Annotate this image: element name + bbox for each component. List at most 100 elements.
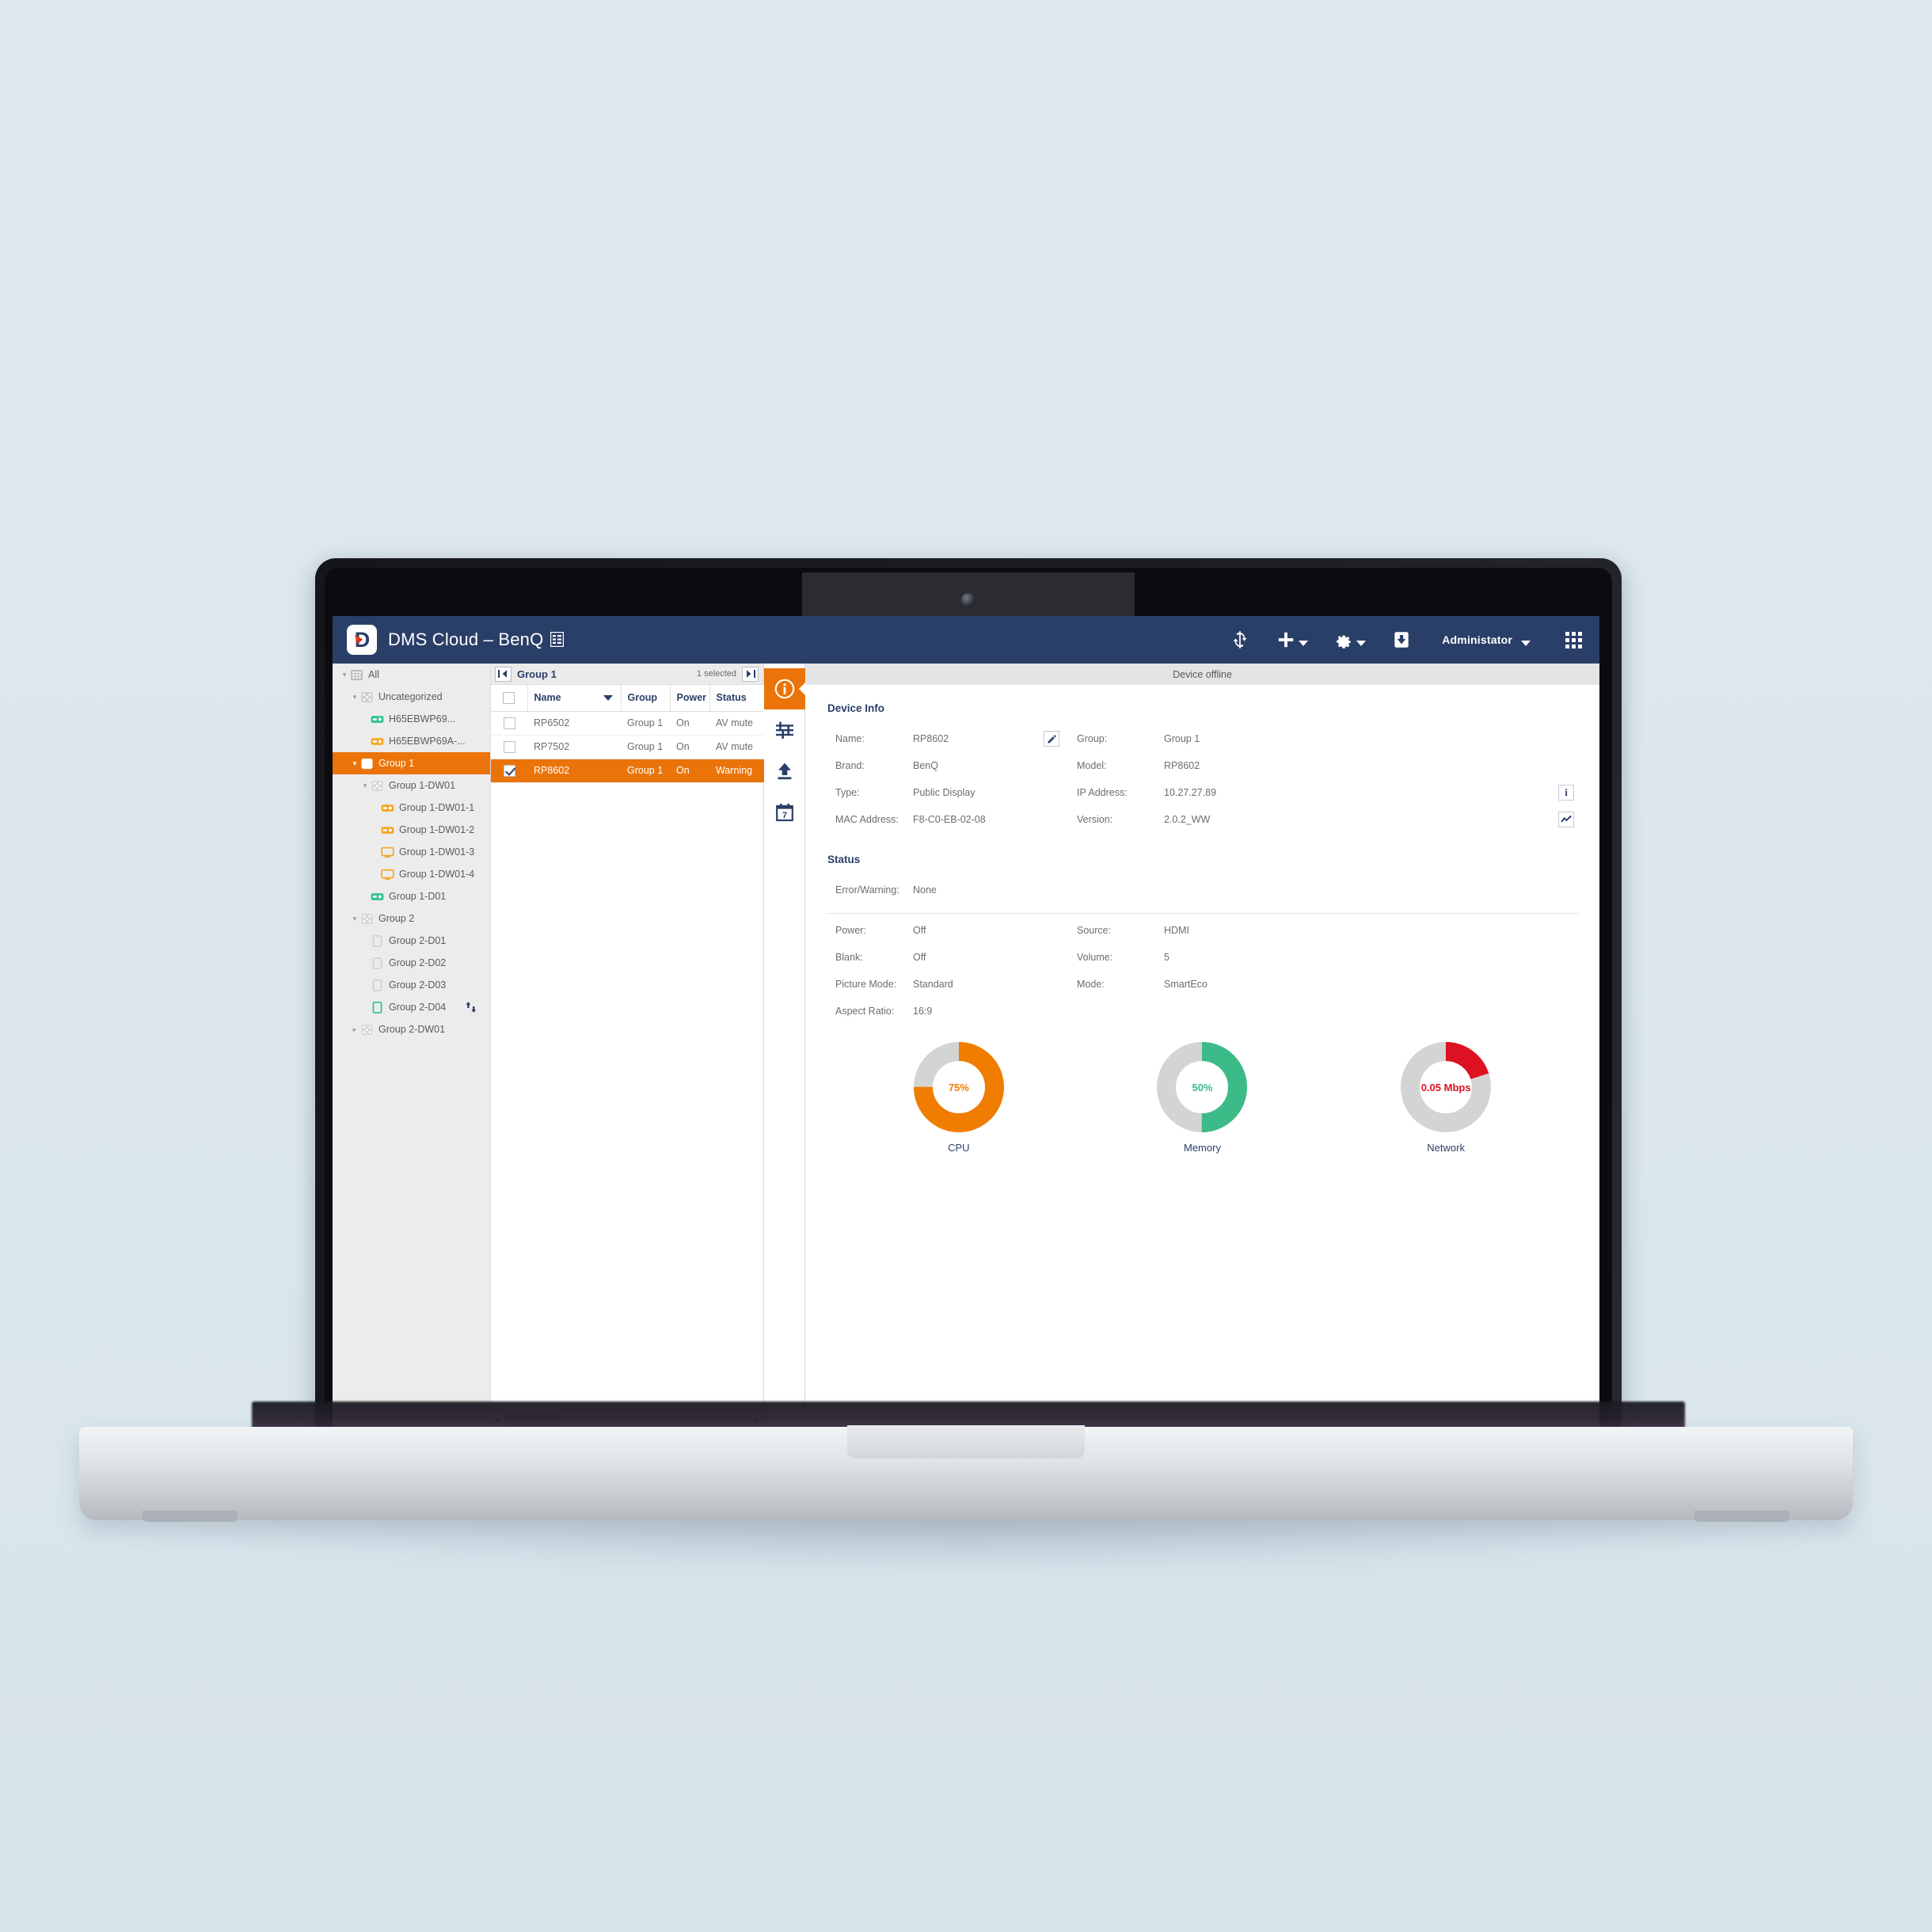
sidebar-item-group-1-dw01-3[interactable]: Group 1-DW01-3 [333, 841, 490, 863]
row-checkbox[interactable] [503, 717, 515, 729]
group-icon [371, 780, 383, 791]
row-power-cell: On [670, 759, 709, 783]
row-name: RP8602 [534, 765, 570, 776]
column-header-power[interactable]: Power [670, 685, 710, 712]
row-group-cell: Group 1 [621, 711, 670, 736]
download-button[interactable] [1391, 629, 1412, 650]
device-tree-sidebar[interactable]: ▾ All ▾ Uncategorized H65EBWP69... H65EBW… [333, 664, 491, 1427]
add-button[interactable] [1276, 629, 1309, 650]
chart-button[interactable] [1558, 812, 1574, 827]
settings-button[interactable] [1333, 629, 1367, 650]
row-checkbox-cell[interactable] [491, 759, 527, 783]
sidebar-item-all[interactable]: ▾ All [333, 664, 490, 686]
info-button[interactable]: i [1558, 785, 1574, 801]
status-spacer [1044, 971, 1077, 998]
status-error-spacer-1 [1044, 877, 1077, 903]
sidebar-item-group-1[interactable]: ▾ Group 1 [333, 752, 490, 774]
column-header-checkbox[interactable] [491, 685, 528, 712]
sidebar-item-group-1-dw01-2[interactable]: Group 1-DW01-2 [333, 819, 490, 841]
collapse-left-icon [498, 670, 507, 678]
list-view-icon[interactable] [550, 632, 565, 647]
sidebar-item-label: Group 2-DW01 [378, 1024, 446, 1035]
sidebar-item-group-2-d02[interactable]: Group 2-D02 [333, 952, 490, 974]
refresh-button[interactable] [1230, 629, 1250, 650]
group-icon [361, 1024, 373, 1035]
status-grid: Power: Off Source: HDMI Blank: Off Volume… [826, 917, 1579, 1025]
tab-device-info[interactable] [763, 668, 805, 709]
status-section-title: Status [827, 854, 861, 865]
reorder-arrows-icon[interactable] [465, 1000, 477, 1014]
info-button-placeholder [1558, 752, 1579, 779]
sidebar-item-group-2-dw01[interactable]: ▸ Group 2-DW01 [333, 1018, 490, 1040]
status-error-spacer-2 [1077, 877, 1164, 903]
webcam-icon [961, 593, 976, 607]
column-header-status[interactable]: Status [709, 685, 764, 712]
sidebar-item-group-2-d01[interactable]: Group 2-D01 [333, 930, 490, 952]
collapse-panel-button[interactable] [495, 666, 512, 682]
row-checkbox[interactable] [503, 740, 515, 753]
row-group: Group 1 [627, 741, 664, 752]
row-status-cell: AV mute [709, 711, 764, 736]
laptop-foot-right [1694, 1511, 1789, 1522]
table-row[interactable]: RP7502 Group 1 On AV mute [491, 735, 764, 759]
table-row[interactable]: RP6502 Group 1 On AV mute [491, 711, 764, 736]
add-chevron-down-icon [1299, 640, 1309, 646]
sidebar-item-group-2-d04[interactable]: Group 2-D04 [333, 996, 490, 1018]
row-status: AV mute [716, 717, 754, 728]
app-logo-icon[interactable]: D [347, 625, 377, 655]
info-button-placeholder [1044, 806, 1077, 833]
pencil-button[interactable] [1044, 731, 1059, 747]
download-icon [1394, 632, 1409, 648]
row-checkbox-cell[interactable] [491, 735, 527, 759]
sidebar-item-group-2[interactable]: ▾ Group 2 [333, 907, 490, 930]
device-table: Name Group Power Status RP6502 Group 1 O… [491, 685, 764, 783]
device-online-icon [371, 715, 384, 723]
sidebar-item-group-1-dw01-4[interactable]: Group 1-DW01-4 [333, 863, 490, 885]
sort-descending-icon[interactable] [603, 695, 613, 701]
tab-upload[interactable] [764, 751, 805, 792]
tablet-icon [372, 956, 382, 969]
chevron-right-icon[interactable]: ▸ [349, 1025, 360, 1033]
sidebar-item-group-2-d03[interactable]: Group 2-D03 [333, 974, 490, 996]
chevron-down-icon[interactable]: ▾ [339, 671, 350, 679]
row-checkbox-cell[interactable] [491, 711, 527, 736]
sidebar-item-h65ebwp69[interactable]: H65EBWP69... [333, 708, 490, 730]
tab-schedule[interactable]: 7 [764, 792, 805, 833]
select-all-checkbox[interactable] [503, 691, 515, 704]
tablet-icon [372, 934, 382, 947]
sidebar-item-group-1-d01[interactable]: Group 1-D01 [333, 885, 490, 907]
chevron-down-icon[interactable]: ▾ [349, 693, 360, 701]
offline-status-banner: Device offline [805, 664, 1599, 685]
sidebar-item-label: Uncategorized [378, 691, 443, 702]
add-icon [1279, 632, 1294, 648]
device-list-empty-space [491, 782, 763, 1413]
error-warning-value: None [913, 884, 937, 896]
info-button-placeholder [1044, 779, 1077, 806]
status-key: Power: [835, 925, 866, 936]
column-header-name[interactable]: Name [527, 685, 622, 712]
sidebar-item-group-1-dw01[interactable]: ▾ Group 1-DW01 [333, 774, 490, 797]
apps-button[interactable] [1565, 631, 1582, 648]
tab-settings[interactable] [764, 709, 805, 751]
row-status: AV mute [716, 741, 754, 752]
row-name: RP7502 [534, 741, 570, 752]
info-icon: i [1565, 786, 1568, 798]
user-menu[interactable]: Administator [1442, 633, 1531, 646]
column-header-group[interactable]: Group [621, 685, 671, 712]
sidebar-item-label: Group 1 [378, 758, 415, 769]
sidebar-item-label: Group 1-DW01-1 [399, 802, 475, 813]
sidebar-item-h65ebwp69a[interactable]: H65EBWP69A-... [333, 730, 490, 752]
row-checkbox[interactable] [503, 764, 515, 777]
status-key: Volume: [1077, 952, 1113, 963]
table-row[interactable]: RP8602 Group 1 On Warning [491, 759, 764, 783]
expand-panel-button[interactable] [742, 666, 759, 682]
status-spacer [1044, 998, 1077, 1025]
chevron-down-icon[interactable]: ▾ [349, 759, 360, 767]
chevron-down-icon[interactable]: ▾ [349, 915, 360, 922]
chevron-down-icon[interactable]: ▾ [359, 782, 371, 789]
sidebar-item-label: Group 2-D01 [389, 935, 447, 946]
sidebar-item-uncategorized[interactable]: ▾ Uncategorized [333, 686, 490, 708]
sidebar-item-group-1-dw01-1[interactable]: Group 1-DW01-1 [333, 797, 490, 819]
workspace: ▾ All ▾ Uncategorized H65EBWP69... H65EBW… [333, 664, 1599, 1427]
